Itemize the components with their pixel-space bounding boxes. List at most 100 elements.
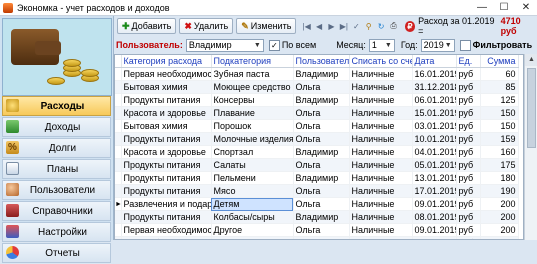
table-cell[interactable]: ... — [480, 236, 519, 239]
table-cell[interactable]: 200 — [480, 210, 519, 224]
table-cell[interactable]: 09.01.2019 — [412, 197, 457, 211]
table-cell[interactable]: Ольга — [293, 119, 350, 133]
table-row[interactable]: Красота и здоровье Спортзал Владимир Наличн… — [115, 145, 519, 159]
table-cell[interactable]: 180 — [480, 171, 519, 185]
table-cell[interactable]: Плавание — [211, 106, 294, 120]
all-users-checkbox[interactable]: ✓ — [268, 39, 280, 51]
table-cell[interactable]: Продукты питания — [121, 171, 212, 185]
table-row[interactable]: Продукты питания Колбасы/сыры Владимир Нали… — [115, 210, 519, 224]
search-icon[interactable]: ⚲ — [364, 19, 374, 33]
table-cell[interactable]: Наличные — [349, 158, 413, 172]
edit-button[interactable]: ✎ Изменить — [236, 18, 297, 34]
table-cell[interactable]: Продукты питания — [121, 210, 212, 224]
table-cell[interactable]: Ольга — [293, 80, 350, 94]
table-cell[interactable]: Бытовая химия — [121, 80, 212, 94]
last-record-icon[interactable]: ▶| — [339, 19, 349, 33]
table-cell[interactable]: Наличные — [349, 171, 413, 185]
confirm-icon[interactable]: ✓ — [351, 19, 361, 33]
sidebar-item-references[interactable]: Справочники — [2, 201, 111, 221]
table-cell[interactable]: Ольга — [293, 184, 350, 198]
table-cell[interactable]: Наличные — [349, 80, 413, 94]
scroll-thumb[interactable] — [527, 68, 536, 148]
table-cell[interactable]: Развлечения и подарки — [121, 197, 212, 211]
table-cell[interactable]: 200 — [480, 197, 519, 211]
table-cell[interactable]: 150 — [480, 106, 519, 120]
table-cell[interactable]: 200 — [480, 223, 519, 237]
sidebar-item-users[interactable]: Пользователи — [2, 180, 111, 200]
table-cell[interactable]: 15.01.2019 — [412, 106, 457, 120]
table-cell[interactable]: Консервы — [211, 93, 294, 107]
table-cell[interactable]: Наличные — [349, 145, 413, 159]
table-cell[interactable]: руб — [456, 145, 481, 159]
close-icon[interactable]: ✕ — [515, 0, 537, 15]
vertical-scrollbar[interactable]: ▲ — [524, 54, 537, 240]
sidebar-item-reports[interactable]: Отчеты — [2, 243, 111, 263]
table-cell[interactable]: 125 — [480, 93, 519, 107]
print-icon[interactable]: ⎙ — [388, 19, 398, 33]
table-cell[interactable]: Наличные — [349, 236, 413, 239]
table-cell[interactable]: 08.01.2019 — [412, 210, 457, 224]
table-cell[interactable]: Моющее средство — [211, 80, 294, 94]
next-record-icon[interactable]: ▶ — [326, 19, 336, 33]
table-cell[interactable]: Продукты питания — [121, 184, 212, 198]
table-cell[interactable]: Ольга — [293, 106, 350, 120]
table-cell[interactable]: Зубная паста — [211, 67, 294, 81]
table-row[interactable]: Первая необходимостьДругоеОльгаНаличные0… — [115, 223, 519, 237]
table-cell[interactable]: руб — [456, 184, 481, 198]
table-cell[interactable]: 03.01.2019 — [412, 119, 457, 133]
table-cell[interactable]: руб — [456, 223, 481, 237]
table-cell[interactable]: Колбасы/сыры — [211, 210, 294, 224]
table-row[interactable]: Бытовая химия Моющее средство Ольга Наличны… — [115, 80, 519, 94]
table-row[interactable]: Продукты питания Молочные изделия Ольга Нал… — [115, 132, 519, 146]
table-cell[interactable]: Владимир — [293, 145, 350, 159]
table-cell[interactable]: Наличные — [349, 132, 413, 146]
table-cell[interactable]: Порошок — [211, 119, 294, 133]
sidebar-item-expenses[interactable]: Расходы — [2, 96, 111, 116]
table-cell[interactable]: Запчасти — [211, 236, 294, 239]
sidebar-item-debts[interactable]: % Долги — [2, 138, 111, 158]
table-cell[interactable]: Наличные — [349, 106, 413, 120]
table-row[interactable]: Красота и здоровье Плавание Ольга Наличные 1… — [115, 106, 519, 120]
table-cell[interactable]: Владимир — [293, 171, 350, 185]
table-cell[interactable]: Автомобиль — [121, 236, 212, 239]
column-header[interactable]: Пользователь — [293, 55, 350, 68]
table-cell[interactable]: Продукты питания — [121, 132, 212, 146]
table-cell[interactable]: Наличные — [349, 119, 413, 133]
year-select[interactable]: 2019 ▼ — [420, 38, 455, 52]
table-cell[interactable]: Первая необходимость — [121, 223, 212, 237]
table-cell[interactable]: Наличные — [349, 197, 413, 211]
table-row[interactable]: Продукты питания Салаты Ольга Наличные 05.01… — [115, 158, 519, 172]
table-cell[interactable]: руб — [456, 171, 481, 185]
column-header[interactable]: Списать со счета — [349, 55, 413, 68]
table-cell[interactable]: 160 — [480, 145, 519, 159]
table-cell[interactable]: руб — [456, 93, 481, 107]
table-cell[interactable]: руб — [456, 132, 481, 146]
table-cell[interactable]: 190 — [480, 184, 519, 198]
table-cell[interactable]: Мясо — [211, 184, 294, 198]
table-cell[interactable]: Красота и здоровье — [121, 145, 212, 159]
table-cell[interactable]: 175 — [480, 158, 519, 172]
table-cell[interactable]: 60 — [480, 67, 519, 81]
table-cell[interactable]: Наличные — [349, 67, 413, 81]
table-cell[interactable]: Красота и здоровье — [121, 106, 212, 120]
table-cell[interactable]: 150 — [480, 119, 519, 133]
table-cell[interactable]: Другое — [211, 223, 294, 237]
month-select[interactable]: 1 ▼ — [368, 38, 395, 52]
table-cell[interactable]: 16.01.2019 — [412, 67, 457, 81]
sidebar-item-income[interactable]: Доходы — [2, 117, 111, 137]
table-cell[interactable]: Владимир — [293, 67, 350, 81]
table-cell[interactable]: Наличные — [349, 93, 413, 107]
table-cell[interactable]: 13.01.2019 — [412, 171, 457, 185]
table-cell[interactable]: Наличные — [349, 184, 413, 198]
table-cell[interactable]: руб — [456, 67, 481, 81]
sidebar-item-plans[interactable]: Планы — [2, 159, 111, 179]
table-cell[interactable]: 04.01.2019 — [412, 145, 457, 159]
column-header[interactable]: Ед. — [456, 55, 481, 68]
column-header[interactable]: Сумма — [480, 55, 519, 68]
table-cell[interactable]: 17.01.2019 — [412, 184, 457, 198]
table-cell[interactable]: Молочные изделия — [211, 132, 294, 146]
table-cell[interactable]: Продукты питания — [121, 93, 212, 107]
user-select[interactable]: Владимир ▼ — [185, 38, 264, 52]
column-header[interactable]: Категория расхода — [121, 55, 212, 68]
table-cell[interactable]: Первая необходимость — [121, 67, 212, 81]
